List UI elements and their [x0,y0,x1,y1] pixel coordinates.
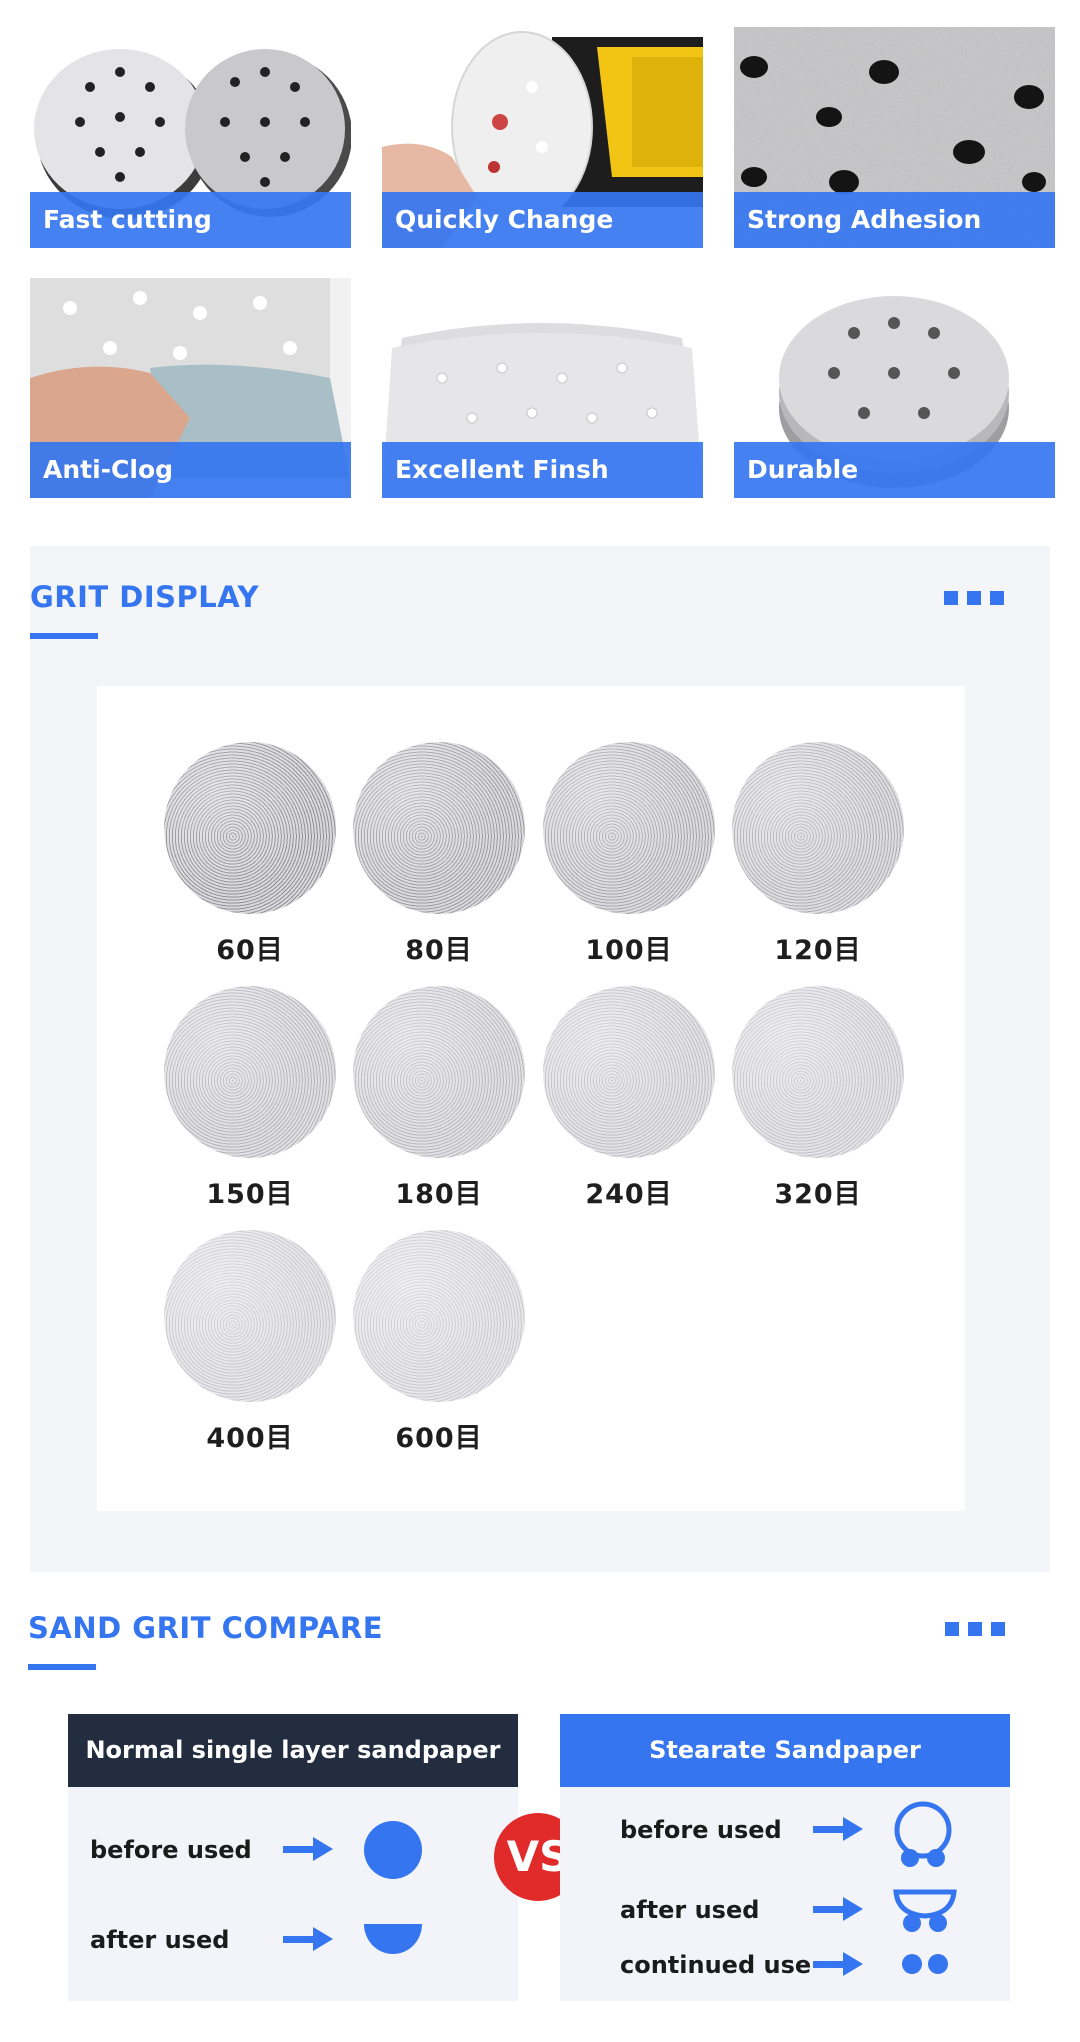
compare-title: SAND GRIT COMPARE [28,1611,384,1645]
before-used-label: before used [620,1816,782,1844]
dots-decoration [945,1622,1005,1636]
continued-use-label: continued use [620,1951,812,1979]
grit-disc-image [353,986,525,1158]
grit-label: 80目 [405,935,473,966]
after-used-label: after used [620,1896,760,1924]
grit-item: 80目 [344,742,534,967]
grit-label: 320目 [774,1179,862,1210]
grit-item: 120目 [723,742,913,967]
grit-item: 320目 [723,986,913,1211]
feature-tile-quickly-change: Quickly Change [382,27,703,248]
feature-label: Quickly Change [382,192,703,248]
feature-label: Fast cutting [30,192,351,248]
grit-disc-image [164,1230,336,1402]
arrow-right-icon [813,1817,863,1841]
coated-grain-icon [894,1801,952,1867]
grit-disc-image [543,986,715,1158]
grit-display-section: GRIT DISPLAY 60目 80目 100目 120目 150目 180目 240目 3… [30,546,1050,1572]
partly-worn-grain-icon [893,1889,957,1932]
grit-item: 240目 [534,986,724,1211]
worn-grain-icon [364,1924,422,1954]
grit-disc-image [353,1230,525,1402]
feature-tile-durable: Durable [734,278,1055,498]
feature-label: Excellent Finsh [382,442,703,498]
grit-disc-image [164,986,336,1158]
card-header: Stearate Sandpaper [560,1714,1010,1787]
grit-label: 60目 [216,935,284,966]
stearate-sandpaper-card: Stearate Sandpaper before used after use… [560,1714,1010,2001]
grit-label: 600目 [395,1423,483,1454]
feature-label: Anti-Clog [30,442,351,498]
grit-disc-image [543,742,715,914]
grit-disc-image [353,742,525,914]
grit-disc-image [164,742,336,914]
grit-label: 400目 [206,1423,294,1454]
arrow-right-icon [813,1952,863,1976]
grit-item: 150目 [155,986,345,1211]
section-title: GRIT DISPLAY [30,580,259,614]
feature-tile-excellent-finish: Excellent Finsh [382,278,703,498]
title-underline [30,633,98,639]
after-used-label: after used [90,1926,230,1954]
feature-tile-anti-clog: Anti-Clog [30,278,351,498]
grit-disc-image [732,742,904,914]
residual-grain-icon [902,1954,948,1974]
grit-label: 180目 [395,1179,483,1210]
before-used-label: before used [90,1836,252,1864]
arrow-right-icon [283,1927,333,1951]
title-underline [28,1664,96,1670]
feature-label: Strong Adhesion [734,192,1055,248]
feature-label: Durable [734,442,1055,498]
normal-sandpaper-card: Normal single layer sandpaper before use… [68,1714,518,2001]
solid-grain-icon [364,1821,422,1879]
dots-decoration [944,591,1004,605]
arrow-right-icon [813,1897,863,1921]
grit-label: 100目 [585,935,673,966]
grit-label: 240目 [585,1179,673,1210]
grit-item: 180目 [344,986,534,1211]
grit-panel: 60目 80目 100目 120目 150目 180目 240目 320目 400目 600目 [97,686,965,1511]
grit-label: 120目 [774,935,862,966]
feature-tile-fast-cutting: Fast cutting [30,27,351,248]
arrow-right-icon [283,1837,333,1861]
grit-disc-image [732,986,904,1158]
grit-item: 100目 [534,742,724,967]
grit-item: 60目 [155,742,345,967]
grit-label: 150目 [206,1179,294,1210]
feature-tile-strong-adhesion: Strong Adhesion [734,27,1055,248]
grit-item: 600目 [344,1230,534,1455]
grit-item: 400目 [155,1230,345,1455]
card-header: Normal single layer sandpaper [68,1714,518,1787]
